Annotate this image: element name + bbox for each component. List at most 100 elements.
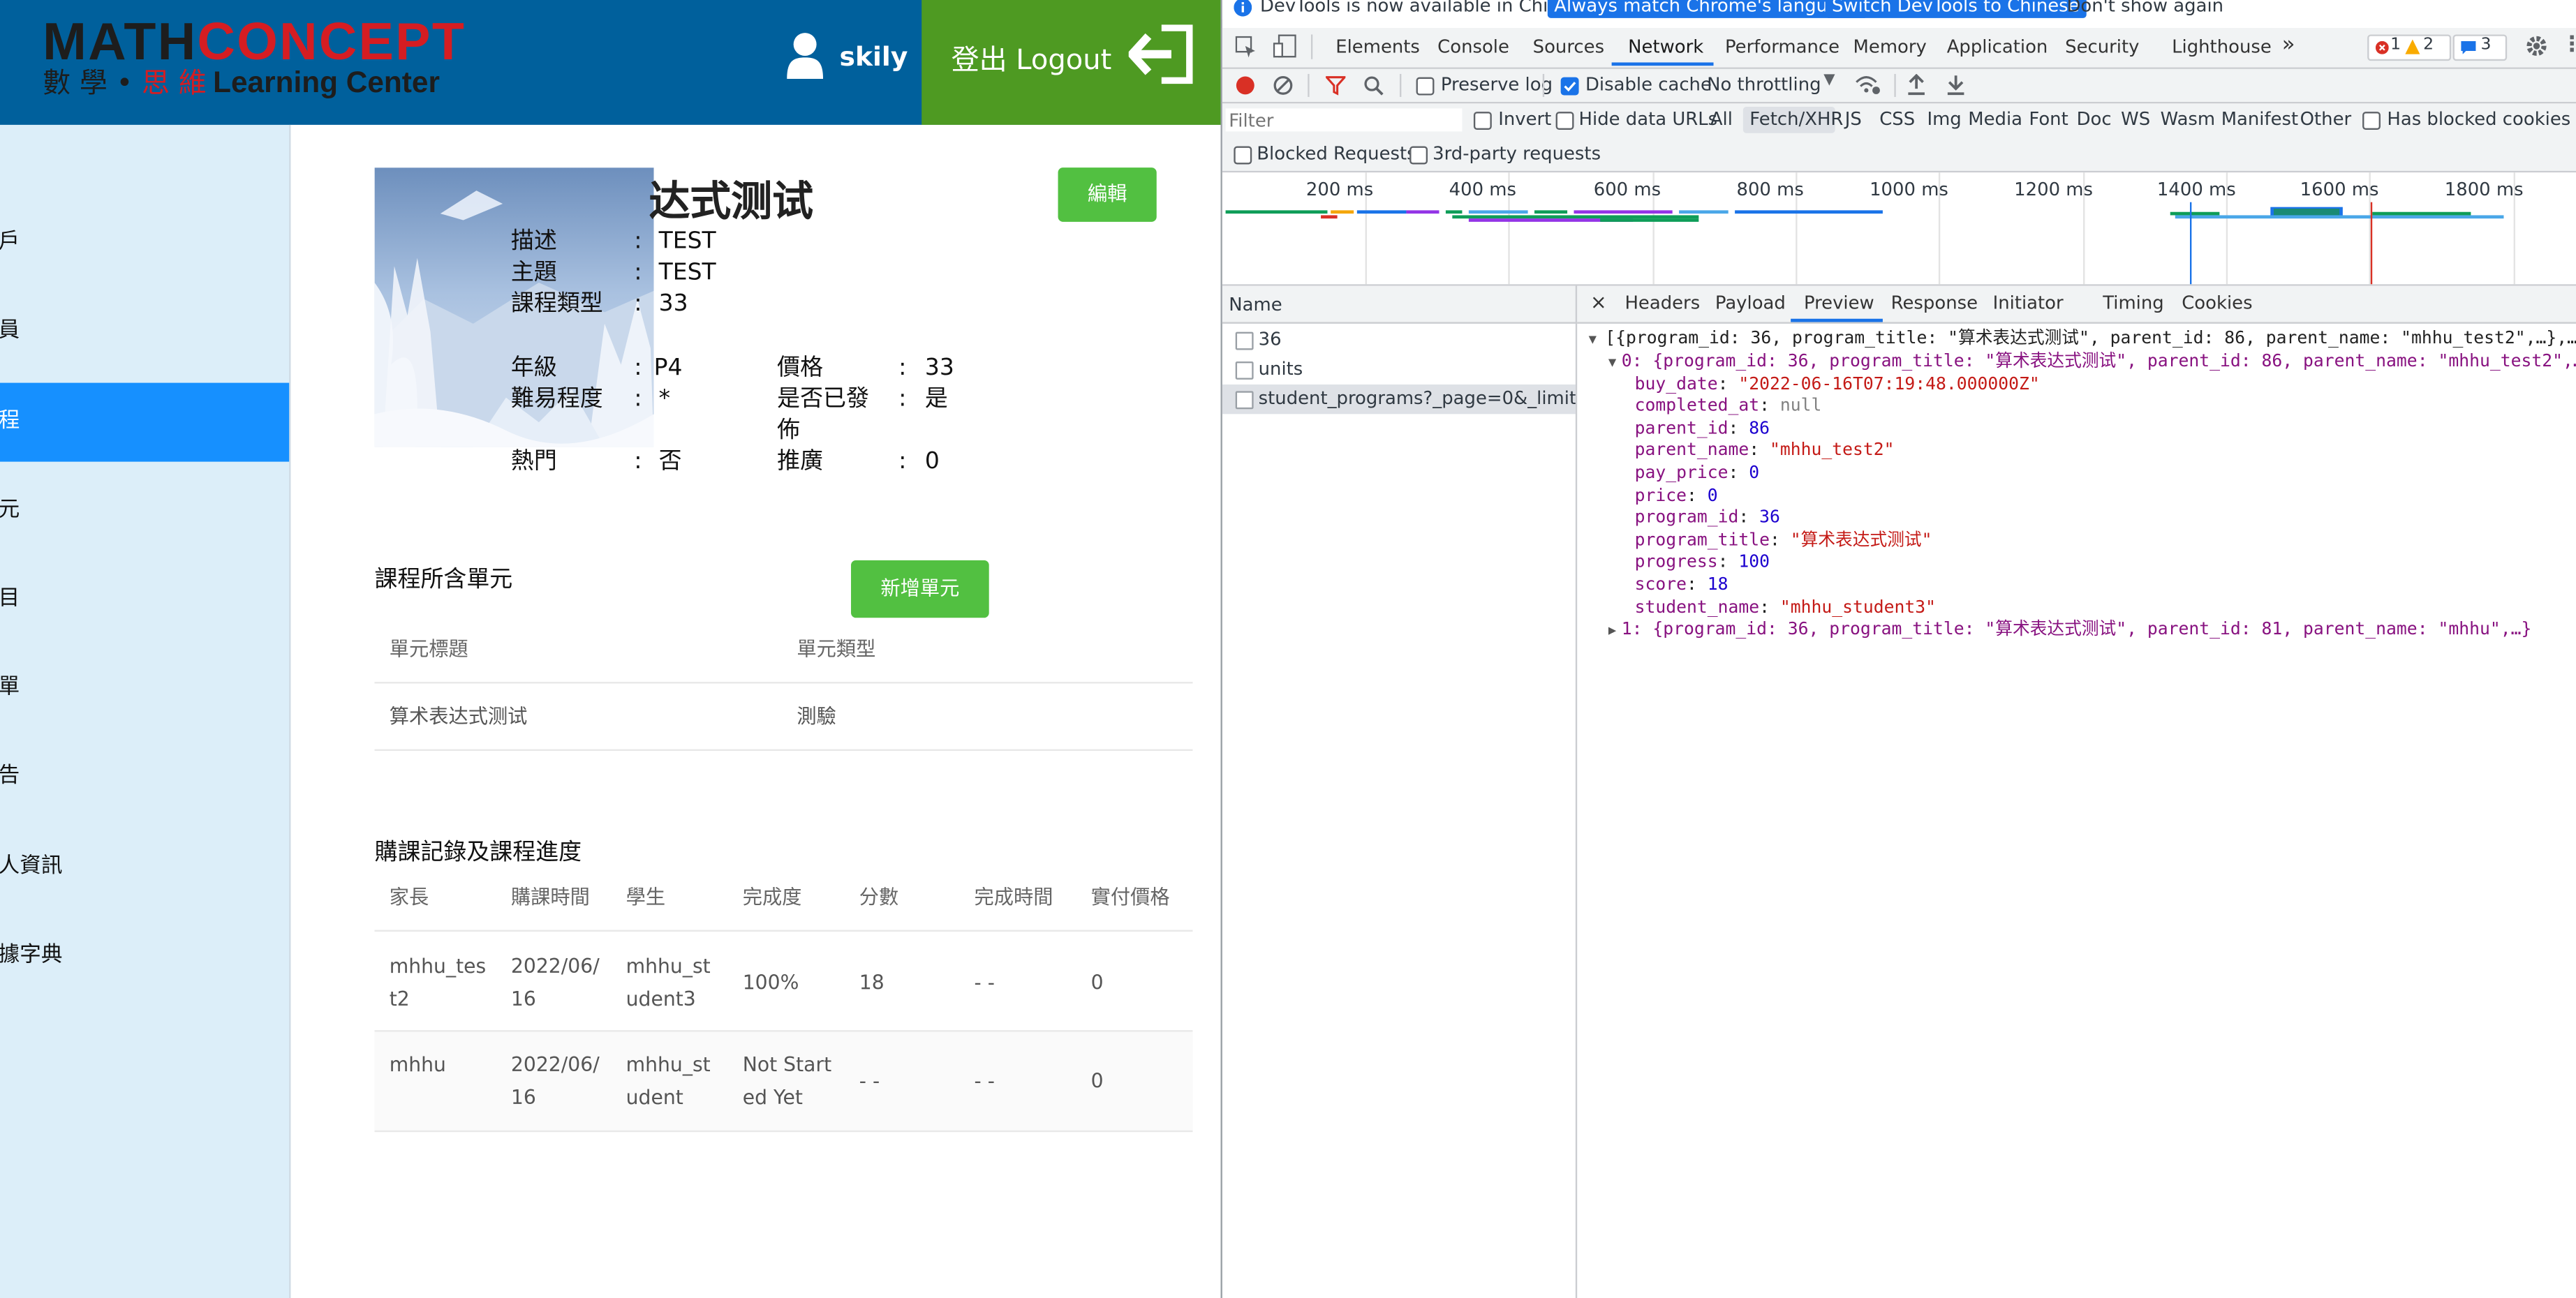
- filter-input[interactable]: [1225, 108, 1463, 132]
- hide-data-urls-checkbox[interactable]: [1555, 112, 1574, 130]
- tab-network[interactable]: Network: [1628, 36, 1703, 58]
- preview-property-row[interactable]: buy_date: "2022-06-16T07:19:48.000000Z": [1635, 374, 2040, 396]
- tab-performance[interactable]: Performance: [1725, 36, 1840, 58]
- invert-checkbox[interactable]: [1473, 112, 1492, 130]
- type-filter-fetch-xhr[interactable]: Fetch/XHR: [1749, 108, 1843, 130]
- preview-property-row[interactable]: price: 0: [1635, 486, 1718, 508]
- table-row[interactable]: mhhu 2022/06/16 mhhu_student Not Started…: [374, 1031, 1193, 1131]
- preview-property-row[interactable]: progress: 100: [1635, 553, 1770, 575]
- preserve-log-checkbox[interactable]: [1416, 77, 1435, 96]
- sidebar-item-units[interactable]: 元: [0, 472, 289, 551]
- has-blocked-cookies-checkbox[interactable]: [2362, 112, 2381, 130]
- type-filter-ws[interactable]: WS: [2121, 108, 2150, 130]
- type-filter-js[interactable]: JS: [1845, 108, 1862, 130]
- sidebar-item-questions[interactable]: 目: [0, 560, 289, 639]
- preview-property-row[interactable]: pay_price: 0: [1635, 463, 1760, 486]
- tab-initiator[interactable]: Initiator: [1993, 292, 2064, 314]
- tab-timing[interactable]: Timing: [2103, 292, 2163, 314]
- unit-header-type: 單元類型: [797, 637, 876, 661]
- expand-arrow-icon[interactable]: ▶: [1608, 620, 1616, 642]
- tab-headers[interactable]: Headers: [1624, 292, 1700, 314]
- preview-summary[interactable]: [{program_id: 36, program_title: "算术表达式测…: [1605, 329, 2576, 351]
- sidebar-item-members[interactable]: 員: [0, 292, 289, 371]
- sidebar-item-users[interactable]: 戶: [0, 204, 289, 283]
- clear-icon[interactable]: [1273, 75, 1293, 95]
- purchase-header-student: 學生: [626, 886, 666, 909]
- issues-counter[interactable]: 1 2: [2367, 34, 2452, 61]
- preview-property-row[interactable]: program_title: "算术表达式测试": [1635, 530, 1932, 553]
- sidebar-item-orders[interactable]: 單: [0, 649, 289, 728]
- type-filter-doc[interactable]: Doc: [2077, 108, 2112, 130]
- tab-application[interactable]: Application: [1947, 36, 2048, 58]
- app-window: MathConcept 數 學 • 思 維 Learning Center ski…: [0, 0, 1221, 1298]
- preview-item-0[interactable]: 0: {program_id: 36, program_title: "算术表达…: [1622, 351, 2576, 373]
- unit-title-cell[interactable]: 算术表达式测试: [390, 700, 528, 733]
- device-toolbar-icon[interactable]: [1273, 34, 1296, 59]
- type-filter-media[interactable]: Media: [1968, 108, 2022, 130]
- purchase-header-score: 分數: [859, 886, 899, 909]
- disable-cache-checkbox[interactable]: [1560, 77, 1579, 96]
- dont-show-again-button[interactable]: Don't show again: [2066, 0, 2223, 17]
- tick-label: 1600 ms: [2300, 179, 2379, 201]
- type-filter-css[interactable]: CSS: [1879, 108, 1915, 130]
- sidebar-item-courses[interactable]: 程: [0, 382, 290, 462]
- import-har-icon[interactable]: [1907, 73, 1925, 96]
- type-filter-font[interactable]: Font: [2029, 108, 2068, 130]
- message-count: 3: [2480, 36, 2492, 54]
- type-filter-other[interactable]: Other: [2300, 108, 2352, 130]
- more-options-icon[interactable]: ⋮: [2561, 33, 2576, 57]
- preview-property-row[interactable]: score: 18: [1635, 575, 1729, 597]
- expand-arrow-icon[interactable]: ▼: [1608, 351, 1616, 373]
- blocked-requests-checkbox[interactable]: [1234, 146, 1252, 165]
- tab-memory[interactable]: Memory: [1853, 36, 1927, 58]
- search-icon[interactable]: [1363, 75, 1384, 96]
- expand-arrow-icon[interactable]: ▼: [1589, 329, 1597, 351]
- inspect-icon[interactable]: [1235, 36, 1257, 58]
- request-row-selected[interactable]: student_programs?_page=0&_limit=0&...: [1222, 384, 1576, 415]
- tab-elements[interactable]: Elements: [1335, 36, 1420, 58]
- preview-property-row[interactable]: parent_name: "mhhu_test2": [1635, 441, 1895, 463]
- switch-language-button[interactable]: Switch DevTools to Chinese: [1825, 0, 2087, 18]
- timeline-overview[interactable]: 200 ms 400 ms 600 ms 800 ms 1000 ms 1200…: [1222, 172, 2576, 286]
- sidebar-item-profile[interactable]: 人資訊: [0, 828, 289, 907]
- error-icon: [2375, 40, 2389, 54]
- third-party-checkbox[interactable]: [1409, 146, 1428, 165]
- close-icon[interactable]: ×: [1590, 291, 1607, 314]
- type-filter-all[interactable]: All: [1710, 108, 1733, 130]
- network-conditions-icon[interactable]: [1855, 74, 1881, 96]
- tab-response[interactable]: Response: [1891, 292, 1978, 314]
- preview-property-row[interactable]: program_id: 36: [1635, 508, 1780, 530]
- preview-property-row[interactable]: student_name: "mhhu_student3": [1635, 597, 1936, 620]
- tab-lighthouse[interactable]: Lighthouse: [2172, 36, 2272, 58]
- preview-item-1[interactable]: 1: {program_id: 36, program_title: "算术表达…: [1622, 620, 2532, 642]
- tab-console[interactable]: Console: [1437, 36, 1509, 58]
- tab-security[interactable]: Security: [2065, 36, 2139, 58]
- purchase-header-parent: 家長: [389, 886, 429, 909]
- match-language-button[interactable]: Always match Chrome's language: [1547, 0, 1868, 18]
- request-row[interactable]: 36: [1222, 325, 1576, 355]
- edit-button[interactable]: 編輯: [1058, 167, 1157, 222]
- type-filter-img[interactable]: Img: [1927, 108, 1961, 130]
- logout-button[interactable]: 登出 Logout: [921, 0, 1221, 125]
- settings-gear-icon[interactable]: [2525, 34, 2548, 57]
- tab-payload[interactable]: Payload: [1715, 292, 1786, 314]
- messages-counter[interactable]: 3: [2452, 34, 2508, 61]
- tab-cookies[interactable]: Cookies: [2182, 292, 2252, 314]
- record-icon[interactable]: [1236, 75, 1255, 95]
- sidebar-item-dictionary[interactable]: 據字典: [0, 917, 289, 996]
- filter-icon[interactable]: [1326, 75, 1346, 96]
- request-row[interactable]: units: [1222, 355, 1576, 385]
- user-menu[interactable]: skily: [785, 29, 908, 82]
- tab-preview[interactable]: Preview: [1804, 292, 1874, 314]
- preview-property-row[interactable]: parent_id: 86: [1635, 419, 1770, 441]
- tab-sources[interactable]: Sources: [1533, 36, 1604, 58]
- preview-property-row[interactable]: completed_at: null: [1635, 396, 1822, 419]
- sidebar-item-announcements[interactable]: 告: [0, 738, 289, 816]
- throttling-select[interactable]: No throttling: [1707, 74, 1821, 96]
- type-filter-wasm[interactable]: Wasm: [2161, 108, 2216, 130]
- more-tabs-button[interactable]: »: [2282, 33, 2295, 57]
- export-har-icon[interactable]: [1947, 74, 1965, 96]
- type-filter-manifest[interactable]: Manifest: [2221, 108, 2298, 130]
- add-unit-button[interactable]: 新增單元: [851, 560, 989, 618]
- name-column-header[interactable]: Name: [1222, 285, 1578, 324]
